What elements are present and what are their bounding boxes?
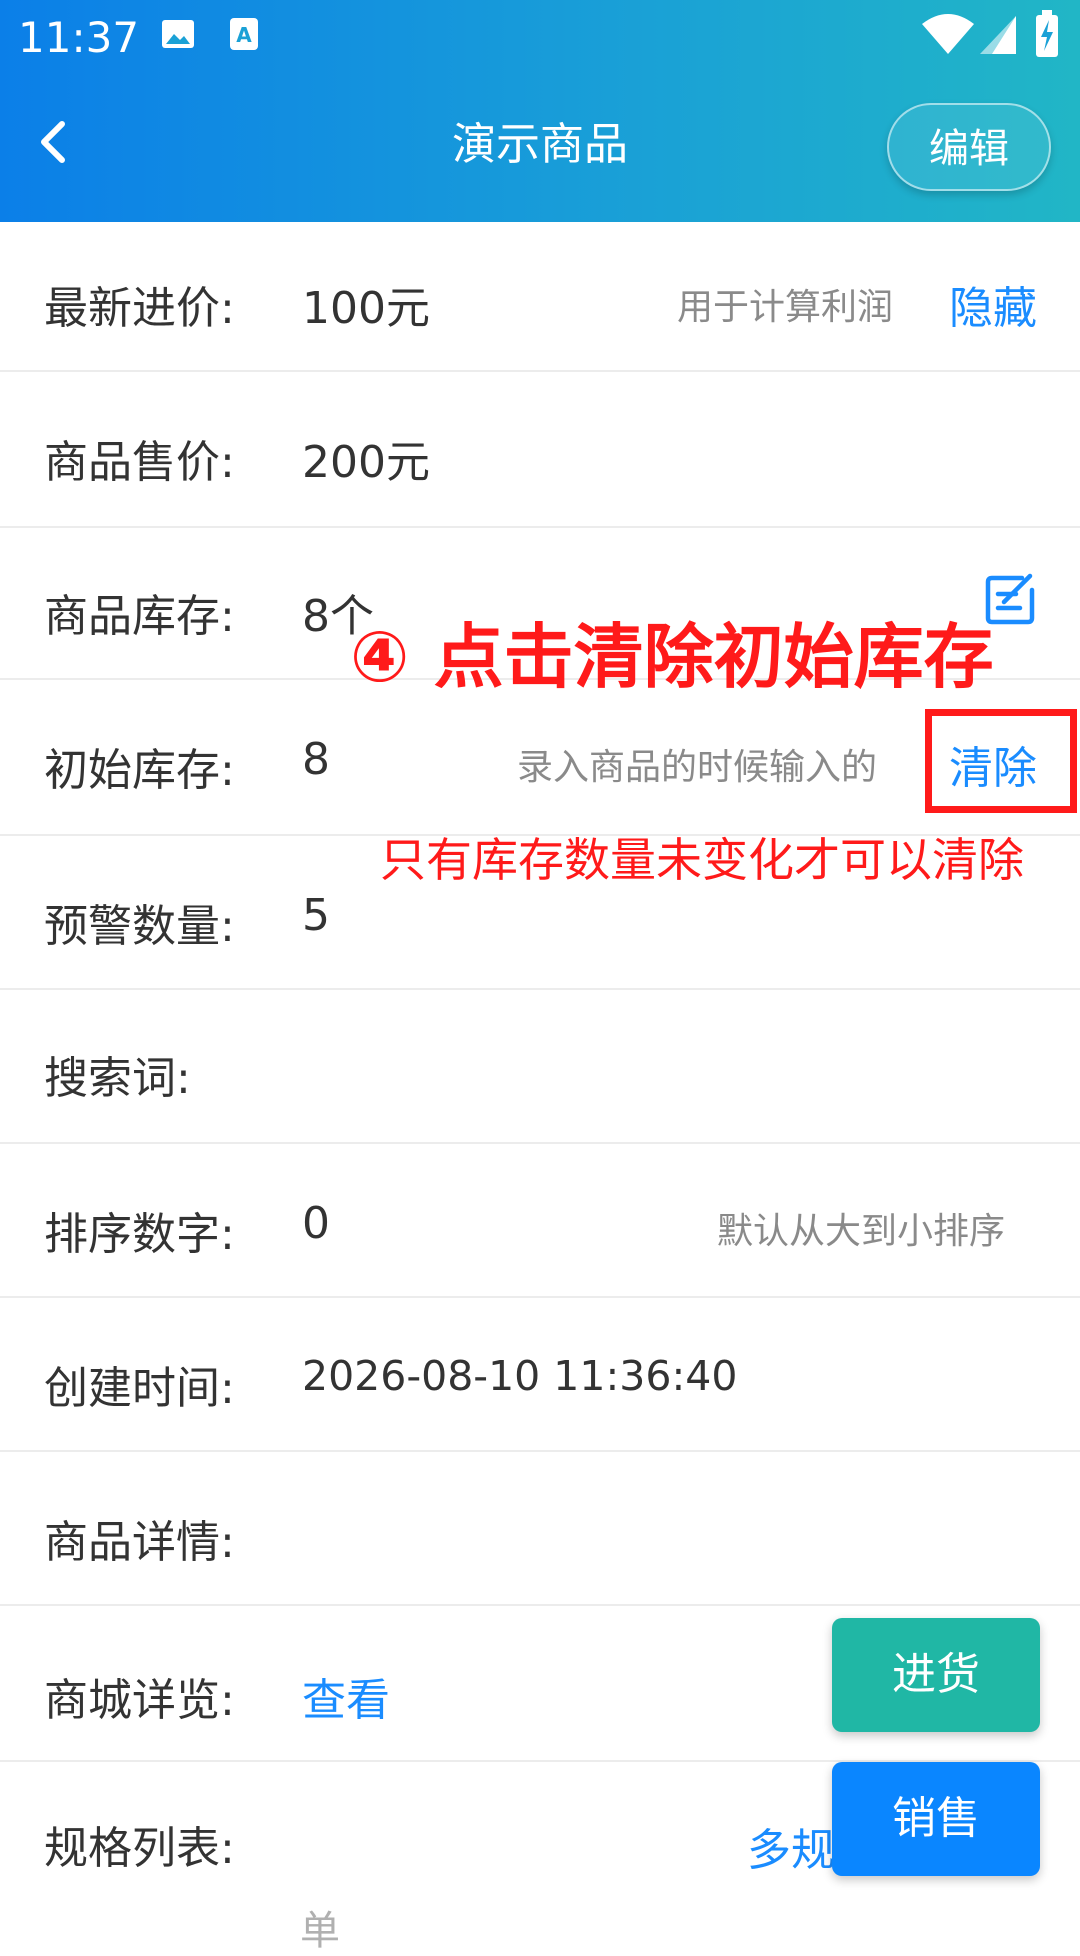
status-time: 11:37: [18, 13, 140, 62]
row-initial-stock: 初始库存: 8 录入商品的时候输入的 清除: [0, 680, 1080, 836]
hide-cost-link[interactable]: 隐藏: [949, 272, 1037, 336]
bottom-partial-text: 单: [300, 1908, 340, 1954]
row-keywords[interactable]: 搜索词:: [0, 990, 1080, 1144]
view-link[interactable]: 查看: [302, 1664, 390, 1728]
edit-button[interactable]: 编辑: [887, 103, 1051, 191]
signal-icon: [980, 16, 1016, 54]
purchase-button[interactable]: 进货: [832, 1618, 1040, 1732]
row-label: 排序数字:: [44, 1209, 235, 1260]
a-notification-icon: A: [230, 18, 258, 50]
multi-spec-link[interactable]: 多规: [747, 1814, 835, 1878]
annotation-highlight-box: [925, 709, 1077, 813]
row-label: 商品售价:: [44, 437, 235, 488]
svg-text:A: A: [236, 23, 252, 47]
row-hint: 用于计算利润: [677, 287, 894, 328]
image-icon: [162, 20, 194, 48]
app-header: 11:37 A 演示商品 编辑: [0, 0, 1080, 222]
row-value: 8: [302, 734, 330, 785]
row-hint: 录入商品的时候输入的: [517, 747, 878, 788]
row-label: 规格列表:: [44, 1823, 235, 1874]
row-value: 5: [302, 890, 330, 941]
row-value: 200元: [302, 437, 430, 488]
row-label: 预警数量:: [44, 901, 235, 952]
row-label: 搜索词:: [44, 1053, 191, 1104]
row-label: 初始库存:: [44, 745, 235, 796]
row-created-time: 创建时间: 2026-08-10 11:36:40: [0, 1298, 1080, 1452]
row-label: 创建时间:: [44, 1363, 235, 1414]
row-hint: 默认从大到小排序: [717, 1211, 1006, 1252]
annotation-title: ④ 点击清除初始库存: [350, 616, 994, 698]
row-price: 商品售价: 200元: [0, 372, 1080, 528]
row-value: 2026-08-10 11:36:40: [302, 1352, 738, 1400]
battery-charging-icon: [1036, 10, 1058, 57]
row-label: 商品库存:: [44, 591, 235, 642]
row-value: 0: [302, 1198, 330, 1249]
row-sort-number: 排序数字: 0 默认从大到小排序: [0, 1144, 1080, 1298]
sale-button[interactable]: 销售: [832, 1762, 1040, 1876]
annotation-note: 只有库存数量未变化才可以清除: [380, 833, 1024, 887]
row-label: 最新进价:: [44, 283, 235, 334]
row-label: 商城详览:: [44, 1675, 235, 1726]
row-label: 商品详情:: [44, 1517, 235, 1568]
row-latest-cost: 最新进价: 100元 用于计算利润 隐藏: [0, 222, 1080, 372]
wifi-icon: [922, 14, 974, 54]
row-value: 100元: [302, 283, 430, 334]
row-detail[interactable]: 商品详情:: [0, 1452, 1080, 1606]
